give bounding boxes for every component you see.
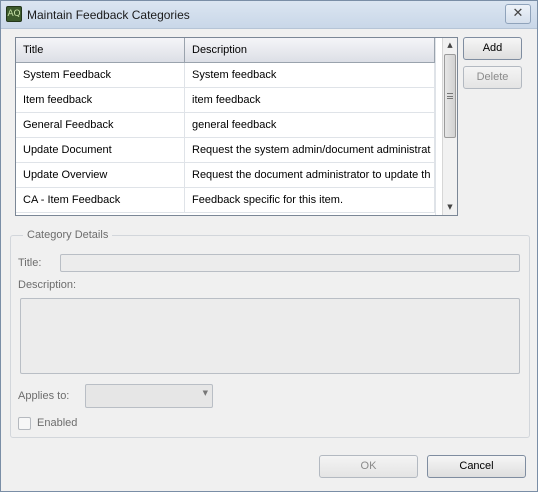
scroll-down-arrow-icon[interactable]: ▼ [443, 200, 457, 215]
table-row[interactable]: Item feedback item feedback [16, 88, 442, 113]
table-row[interactable]: CA - Item Feedback Feedback specific for… [16, 188, 442, 213]
ok-button[interactable]: OK [319, 455, 418, 478]
applies-to-label: Applies to: [18, 390, 70, 402]
cell-description: general feedback [185, 113, 435, 138]
column-header-title[interactable]: Title [16, 38, 185, 63]
table-row[interactable]: General Feedback general feedback [16, 113, 442, 138]
categories-table: Title Description System Feedback System… [15, 37, 458, 216]
cancel-button[interactable]: Cancel [427, 455, 526, 478]
cell-title: CA - Item Feedback [16, 188, 185, 213]
title-label: Title: [18, 257, 42, 269]
delete-button[interactable]: Delete [463, 66, 522, 89]
applies-to-select[interactable]: ▼ [85, 384, 213, 408]
cell-title: System Feedback [16, 63, 185, 88]
cell-description: Request the document administrator to up… [185, 163, 435, 188]
table-row[interactable]: System Feedback System feedback [16, 63, 442, 88]
category-details-legend: Category Details [23, 229, 113, 241]
table-row[interactable]: Update Document Request the system admin… [16, 138, 442, 163]
scroll-up-arrow-icon[interactable]: ▲ [443, 38, 457, 53]
cell-description: Request the system admin/document admini… [185, 138, 435, 163]
cell-title: Update Overview [16, 163, 185, 188]
description-textarea[interactable] [20, 298, 520, 374]
app-icon: AQ [6, 6, 22, 22]
column-header-description[interactable]: Description [185, 38, 435, 63]
scroll-thumb[interactable] [444, 54, 456, 138]
add-button[interactable]: Add [463, 37, 522, 60]
enabled-label: Enabled [37, 417, 78, 429]
cell-title: Item feedback [16, 88, 185, 113]
title-bar: AQ Maintain Feedback Categories ✕ [1, 1, 537, 29]
cell-description: item feedback [185, 88, 435, 113]
chevron-down-icon: ▼ [202, 389, 208, 397]
table-vertical-scrollbar[interactable]: ▲ ▼ [442, 38, 457, 215]
enabled-checkbox[interactable] [18, 417, 31, 430]
grip-icon [447, 93, 453, 99]
table-filler [435, 38, 442, 215]
cell-title: Update Document [16, 138, 185, 163]
title-input[interactable] [60, 254, 520, 272]
description-label: Description: [18, 279, 77, 291]
cell-title: General Feedback [16, 113, 185, 138]
cell-description: System feedback [185, 63, 435, 88]
cell-description: Feedback specific for this item. [185, 188, 435, 213]
window-title: Maintain Feedback Categories [27, 8, 190, 22]
table-row[interactable]: Update Overview Request the document adm… [16, 163, 442, 188]
close-button[interactable]: ✕ [505, 4, 531, 24]
table-header: Title Description [16, 38, 442, 63]
maintain-feedback-categories-dialog: AQ Maintain Feedback Categories ✕ Title … [0, 0, 538, 492]
